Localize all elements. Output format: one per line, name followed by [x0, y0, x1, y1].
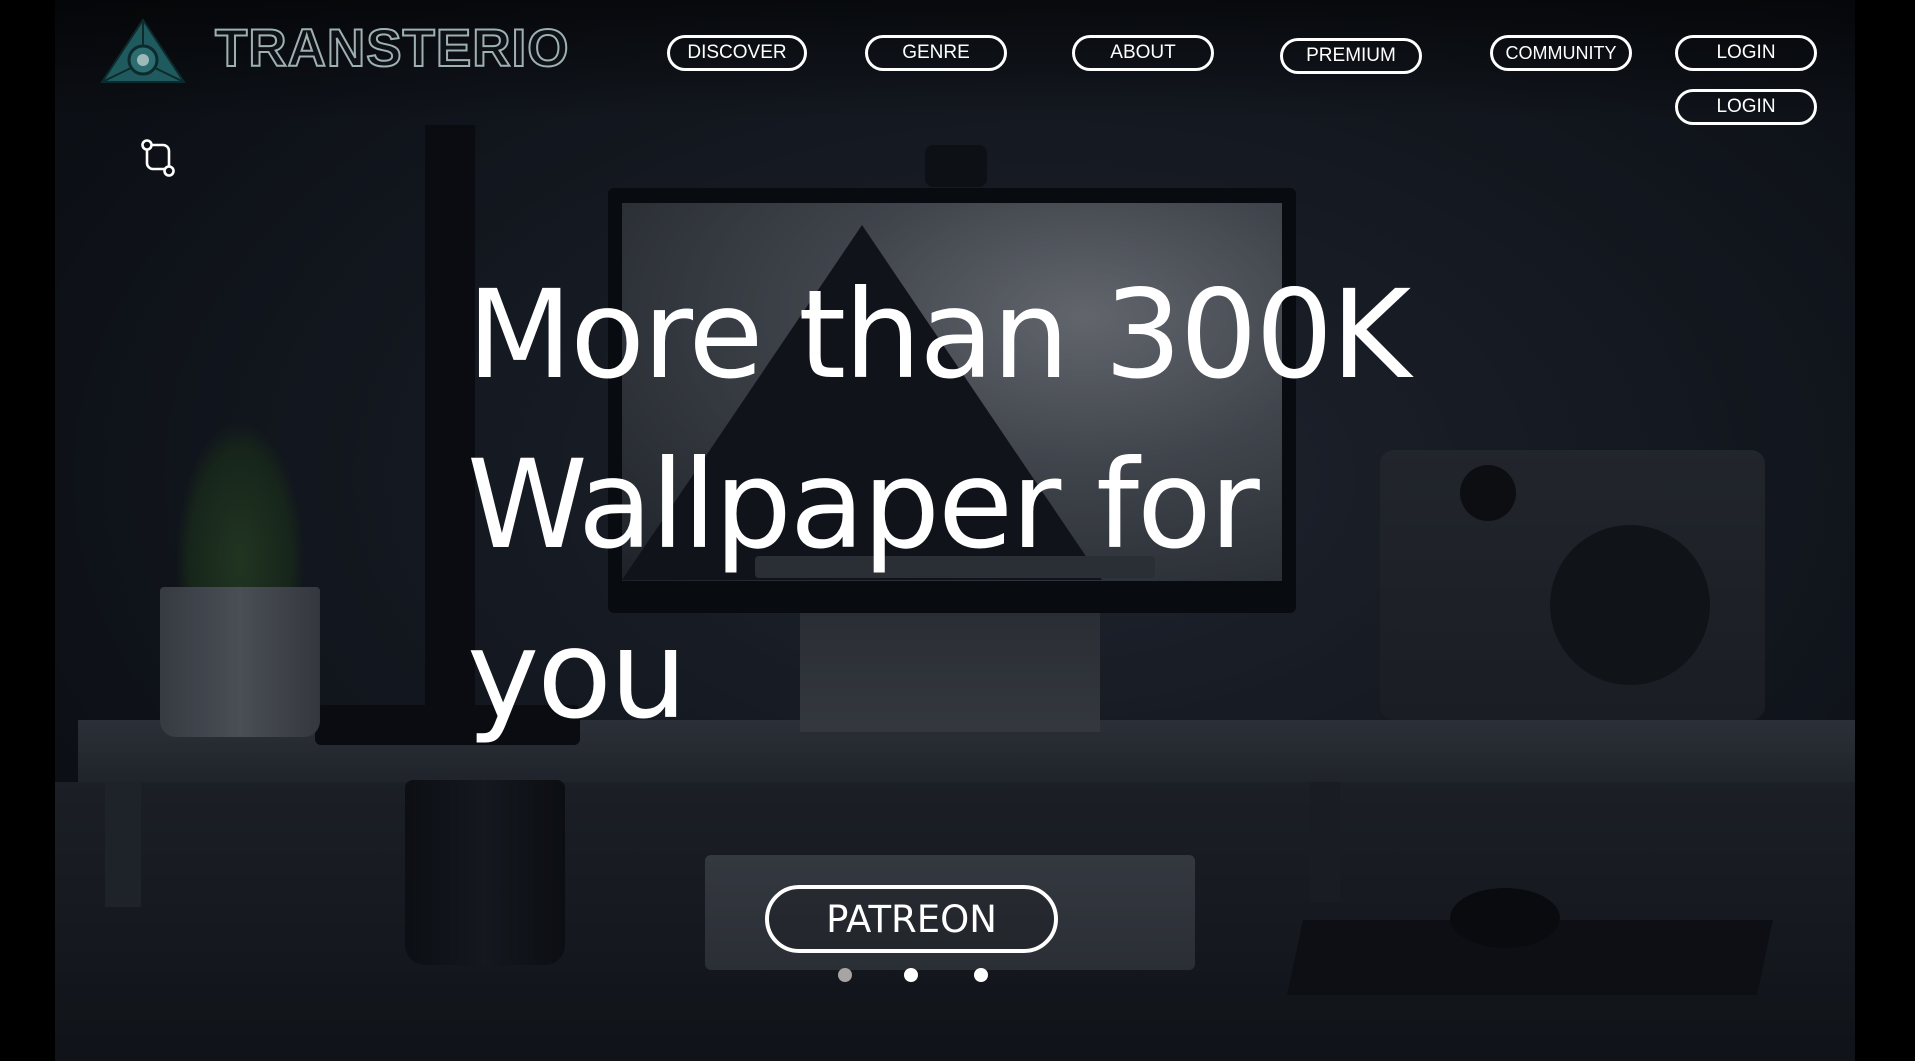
- carousel-dot-1[interactable]: [838, 968, 852, 982]
- hero-headline-line-1: More than 300K: [467, 264, 1411, 406]
- patreon-button[interactable]: PATREON: [765, 885, 1058, 953]
- triangle-logo-icon[interactable]: [100, 18, 186, 84]
- nav-community-button[interactable]: COMMUNITY: [1490, 35, 1632, 71]
- login-button-secondary[interactable]: LOGIN: [1675, 89, 1817, 125]
- hero-headline-line-2: Wallpaper for: [467, 434, 1260, 576]
- route-switch-icon[interactable]: [140, 139, 176, 177]
- carousel-dot-2[interactable]: [904, 968, 918, 982]
- hero-headline-line-3: you: [467, 604, 687, 746]
- nav-discover-button[interactable]: DISCOVER: [667, 35, 807, 71]
- brand-name[interactable]: TRANSTERIO: [214, 21, 569, 76]
- nav-about-button[interactable]: ABOUT: [1072, 35, 1214, 71]
- login-button[interactable]: LOGIN: [1675, 35, 1817, 71]
- nav-premium-button[interactable]: PREMIUM: [1280, 38, 1422, 74]
- hero-headline: More than 300K Wallpaper for you: [467, 250, 1467, 760]
- nav-genre-button[interactable]: GENRE: [865, 35, 1007, 71]
- carousel-dot-3[interactable]: [974, 968, 988, 982]
